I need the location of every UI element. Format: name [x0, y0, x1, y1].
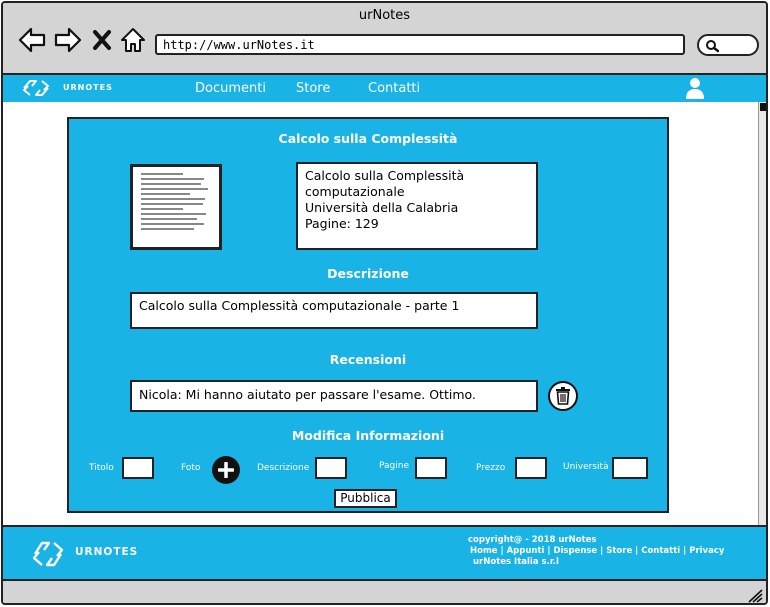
- resize-grip-icon[interactable]: [747, 589, 763, 603]
- page-content: Calcolo sulla Complessità Calcolo sulla …: [3, 102, 758, 525]
- footer-logo-text: URNOTES: [75, 546, 139, 558]
- nav-link-documenti[interactable]: Documenti: [195, 81, 266, 96]
- footer-copyright: copyright@ - 2018 urNotes: [468, 535, 597, 545]
- document-panel: Calcolo sulla Complessità Calcolo sulla …: [67, 117, 669, 513]
- field-label-pagine: Pagine: [379, 461, 409, 471]
- publish-button[interactable]: Pubblica: [334, 489, 397, 508]
- scrollbar-thumb[interactable]: [760, 103, 766, 111]
- site-footer: URNOTES copyright@ - 2018 urNotes Home |…: [3, 525, 766, 579]
- search-icon: [706, 40, 719, 53]
- info-university: Università della Calabria: [305, 200, 459, 215]
- delete-review-button[interactable]: [548, 381, 578, 411]
- footer-company: urNotes Italia s.r.l: [473, 557, 559, 567]
- home-icon[interactable]: [119, 26, 147, 54]
- info-title-line-2: computazionale: [305, 184, 405, 199]
- recycle-logo-icon: [32, 541, 64, 567]
- field-label-titolo: Titolo: [89, 463, 114, 473]
- add-photo-button[interactable]: [212, 456, 240, 484]
- trash-icon: [556, 387, 570, 405]
- pagine-input[interactable]: [415, 457, 447, 479]
- document-thumbnail[interactable]: [130, 164, 222, 250]
- document-title: Calcolo sulla Complessità: [278, 131, 458, 146]
- site-navbar: URNOTES Documenti Store Contatti: [3, 75, 766, 102]
- field-label-universita: Università: [563, 462, 609, 472]
- description-box: Calcolo sulla Complessità computazionale…: [130, 292, 538, 329]
- info-title-line-1: Calcolo sulla Complessità: [305, 168, 465, 183]
- prezzo-input[interactable]: [515, 457, 547, 479]
- window-title: urNotes: [358, 8, 411, 23]
- nav-link-contatti[interactable]: Contatti: [368, 81, 420, 96]
- edit-heading: Modifica Informazioni: [291, 428, 445, 443]
- description-heading: Descrizione: [327, 266, 409, 281]
- back-arrow-icon[interactable]: [17, 26, 47, 54]
- review-item: Nicola: Mi hanno aiutato per passare l'e…: [130, 380, 538, 412]
- forward-arrow-icon[interactable]: [53, 26, 83, 54]
- user-icon[interactable]: [685, 77, 705, 99]
- universita-input[interactable]: [612, 457, 648, 479]
- nav-link-store[interactable]: Store: [296, 81, 330, 96]
- browser-toolbar: urNotes http://www.urNotes.it: [3, 3, 766, 75]
- status-bar: [3, 579, 766, 603]
- plus-icon: [218, 462, 234, 478]
- vertical-scrollbar[interactable]: [758, 102, 766, 525]
- document-info-box: Calcolo sulla Complessità computazionale…: [296, 162, 538, 250]
- close-icon[interactable]: [91, 26, 113, 54]
- recycle-logo-icon[interactable]: [20, 78, 52, 98]
- reviews-heading: Recensioni: [329, 352, 407, 367]
- field-label-prezzo: Prezzo: [476, 463, 506, 473]
- descrizione-input[interactable]: [315, 457, 347, 479]
- info-pages: Pagine: 129: [305, 216, 379, 231]
- titolo-input[interactable]: [122, 457, 154, 479]
- url-input[interactable]: http://www.urNotes.it: [155, 34, 685, 55]
- navbar-logo-text[interactable]: URNOTES: [63, 83, 113, 92]
- field-label-descrizione: Descrizione: [257, 463, 310, 473]
- browser-window: urNotes http://www.urNotes.it URNOTES Do…: [1, 1, 768, 605]
- footer-links[interactable]: Home | Appunti | Dispense | Store | Cont…: [470, 546, 724, 556]
- search-field[interactable]: [697, 34, 759, 56]
- field-label-foto: Foto: [181, 463, 201, 473]
